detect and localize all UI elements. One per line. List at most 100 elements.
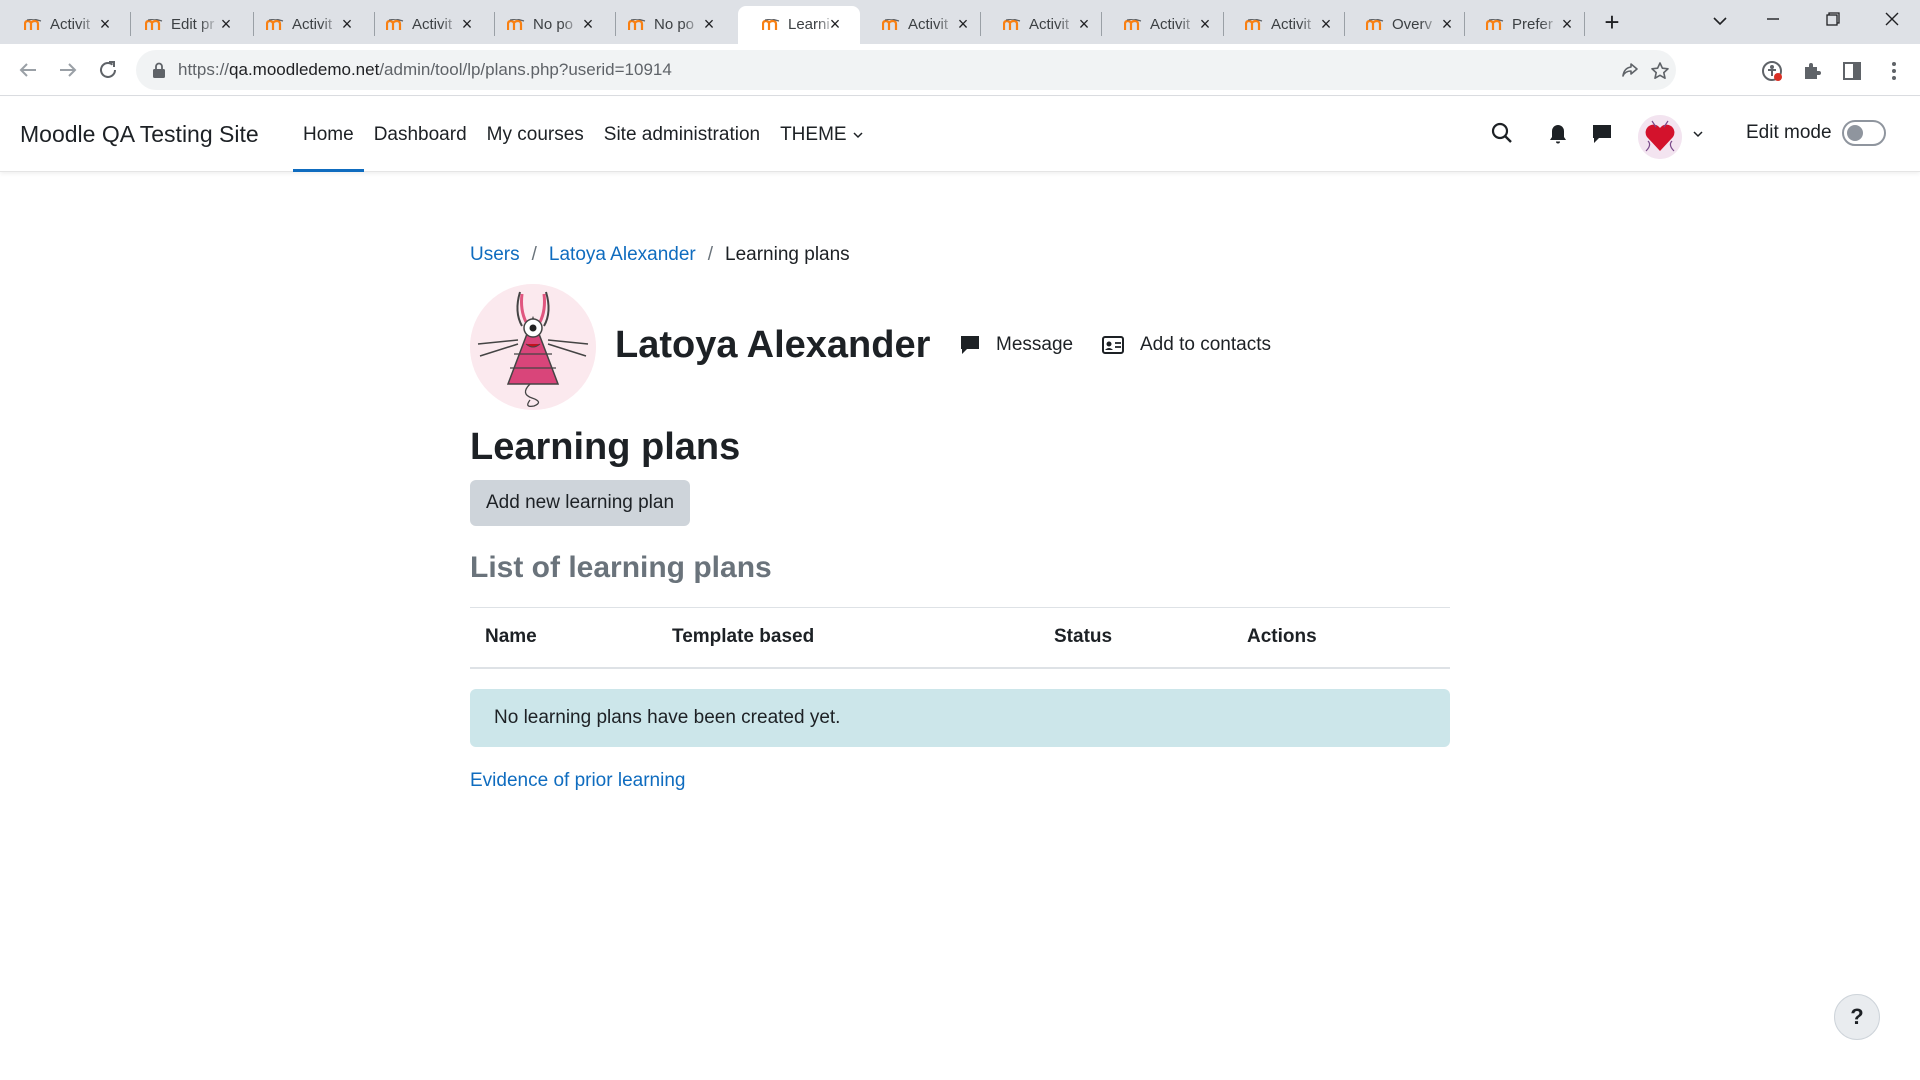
moodle-favicon-icon bbox=[628, 19, 646, 30]
monster-avatar-icon bbox=[470, 284, 596, 410]
reload-icon[interactable] bbox=[94, 56, 122, 84]
tab-title: Activit bbox=[908, 16, 949, 33]
browser-tab[interactable]: Activit × bbox=[0, 6, 130, 44]
user-profile-picture[interactable] bbox=[470, 284, 596, 410]
evidence-of-prior-learning-link[interactable]: Evidence of prior learning bbox=[470, 770, 685, 792]
add-to-contacts-button[interactable]: Add to contacts bbox=[1102, 334, 1271, 356]
user-full-name: Latoya Alexander bbox=[615, 324, 931, 366]
moodle-favicon-icon bbox=[762, 19, 780, 30]
moodle-favicon-icon bbox=[1003, 19, 1021, 30]
nav-item-label: Site administration bbox=[603, 123, 761, 145]
nav-item-label: My courses bbox=[486, 123, 584, 145]
tab-title: Prefer bbox=[1512, 16, 1553, 33]
edit-mode-toggle[interactable] bbox=[1842, 120, 1886, 146]
tab-title: No po bbox=[533, 16, 574, 33]
extension-accessibility-icon[interactable] bbox=[1760, 59, 1784, 83]
browser-tab[interactable]: Activit × bbox=[1221, 6, 1351, 44]
user-menu-chevron-down-icon[interactable] bbox=[1692, 128, 1704, 140]
add-to-contacts-label: Add to contacts bbox=[1140, 334, 1271, 355]
moodle-favicon-icon bbox=[1124, 19, 1142, 30]
tab-close-icon[interactable]: × bbox=[1196, 15, 1214, 33]
browser-tab[interactable]: Edit pr × bbox=[121, 6, 251, 44]
url-text[interactable]: https://qa.moodledemo.net/admin/tool/lp/… bbox=[178, 60, 672, 80]
tab-close-icon[interactable]: × bbox=[96, 15, 114, 33]
learning-plans-table: Name Template based Status Actions bbox=[470, 607, 1450, 669]
browser-tab[interactable]: Prefer × bbox=[1462, 6, 1592, 44]
address-bar[interactable]: https://qa.moodledemo.net/admin/tool/lp/… bbox=[136, 50, 1676, 90]
nav-item-site-administration[interactable]: Site administration bbox=[594, 97, 770, 172]
tab-close-icon[interactable]: × bbox=[458, 15, 476, 33]
window-restore-icon[interactable] bbox=[1813, 6, 1853, 34]
add-new-learning-plan-button[interactable]: Add new learning plan bbox=[470, 480, 691, 526]
tab-close-icon[interactable]: × bbox=[826, 15, 844, 33]
lock-icon[interactable] bbox=[152, 62, 166, 78]
moodle-favicon-icon bbox=[24, 19, 42, 30]
messages-icon[interactable] bbox=[1590, 122, 1614, 146]
moodle-favicon-icon bbox=[1366, 19, 1384, 30]
message-label: Message bbox=[996, 334, 1074, 355]
tab-close-icon[interactable]: × bbox=[954, 15, 972, 33]
nav-item-label: Home bbox=[303, 123, 354, 145]
forward-arrow-icon[interactable] bbox=[54, 56, 82, 84]
nav-item-label: Dashboard bbox=[373, 123, 467, 145]
browser-tab[interactable]: Overv × bbox=[1342, 6, 1472, 44]
browser-tab[interactable]: Activit × bbox=[858, 6, 988, 44]
nav-item-home[interactable]: Home bbox=[293, 97, 364, 172]
tab-close-icon[interactable]: × bbox=[700, 15, 718, 33]
tab-close-icon[interactable]: × bbox=[1438, 15, 1456, 33]
breadcrumb-current: Learning plans bbox=[725, 244, 850, 265]
moodle-favicon-icon bbox=[145, 19, 163, 30]
tab-close-icon[interactable]: × bbox=[1075, 15, 1093, 33]
back-arrow-icon[interactable] bbox=[14, 56, 42, 84]
moodle-navbar: Moodle QA Testing Site Home Dashboard My… bbox=[0, 97, 1920, 172]
browser-menu-icon[interactable] bbox=[1882, 59, 1906, 83]
tab-close-icon[interactable]: × bbox=[217, 15, 235, 33]
extensions-puzzle-icon[interactable] bbox=[1800, 59, 1824, 83]
toggle-knob bbox=[1847, 125, 1863, 141]
browser-tab-active[interactable]: Learni × bbox=[738, 6, 860, 44]
user-menu-avatar[interactable] bbox=[1638, 115, 1682, 159]
side-panel-icon[interactable] bbox=[1840, 59, 1864, 83]
nav-item-my-courses[interactable]: My courses bbox=[477, 97, 594, 172]
nav-item-theme[interactable]: THEME bbox=[770, 97, 873, 172]
list-heading: List of learning plans bbox=[470, 551, 772, 584]
tab-title: Activit bbox=[1029, 16, 1070, 33]
notification-bell-icon[interactable] bbox=[1546, 122, 1570, 146]
tab-close-icon[interactable]: × bbox=[1317, 15, 1335, 33]
page-title: Learning plans bbox=[470, 426, 741, 468]
breadcrumb-users-link[interactable]: Users bbox=[470, 244, 520, 266]
tab-title: Edit pr bbox=[171, 16, 215, 33]
tab-close-icon[interactable]: × bbox=[338, 15, 356, 33]
browser-tab[interactable]: Activit × bbox=[242, 6, 372, 44]
window-minimize-icon[interactable] bbox=[1753, 6, 1793, 34]
search-icon[interactable] bbox=[1490, 121, 1514, 145]
nav-item-dashboard[interactable]: Dashboard bbox=[364, 97, 477, 172]
column-header-status: Status bbox=[1039, 607, 1232, 669]
message-bubble-icon bbox=[961, 336, 979, 354]
tab-title: Activit bbox=[50, 16, 91, 33]
no-plans-alert: No learning plans have been created yet. bbox=[470, 689, 1450, 747]
tab-separator bbox=[1584, 12, 1585, 36]
browser-tab[interactable]: No po × bbox=[483, 6, 613, 44]
edit-mode-label: Edit mode bbox=[1746, 122, 1832, 143]
breadcrumb: Users / Latoya Alexander / Learning plan… bbox=[470, 244, 850, 266]
message-button[interactable]: Message bbox=[960, 334, 1073, 356]
url-scheme: https:// bbox=[178, 60, 230, 79]
share-icon[interactable] bbox=[1620, 61, 1640, 81]
browser-tab[interactable]: Activit × bbox=[979, 6, 1109, 44]
browser-tab[interactable]: Activit × bbox=[362, 6, 492, 44]
tab-search-chevron-icon[interactable] bbox=[1700, 6, 1740, 34]
browser-tab[interactable]: No po × bbox=[604, 6, 734, 44]
tab-title: Activit bbox=[292, 16, 333, 33]
bookmark-star-icon[interactable] bbox=[1650, 61, 1670, 81]
site-name[interactable]: Moodle QA Testing Site bbox=[20, 121, 259, 148]
address-card-icon bbox=[1102, 336, 1124, 354]
help-button[interactable]: ? bbox=[1834, 994, 1880, 1040]
window-close-icon[interactable] bbox=[1872, 6, 1912, 34]
new-tab-plus-icon[interactable]: + bbox=[1597, 8, 1627, 38]
tab-close-icon[interactable]: × bbox=[1558, 15, 1576, 33]
user-header: Latoya Alexander Message Add to contacts bbox=[470, 284, 1470, 410]
browser-tab[interactable]: Activit × bbox=[1100, 6, 1230, 44]
tab-close-icon[interactable]: × bbox=[579, 15, 597, 33]
breadcrumb-user-link[interactable]: Latoya Alexander bbox=[549, 244, 696, 266]
